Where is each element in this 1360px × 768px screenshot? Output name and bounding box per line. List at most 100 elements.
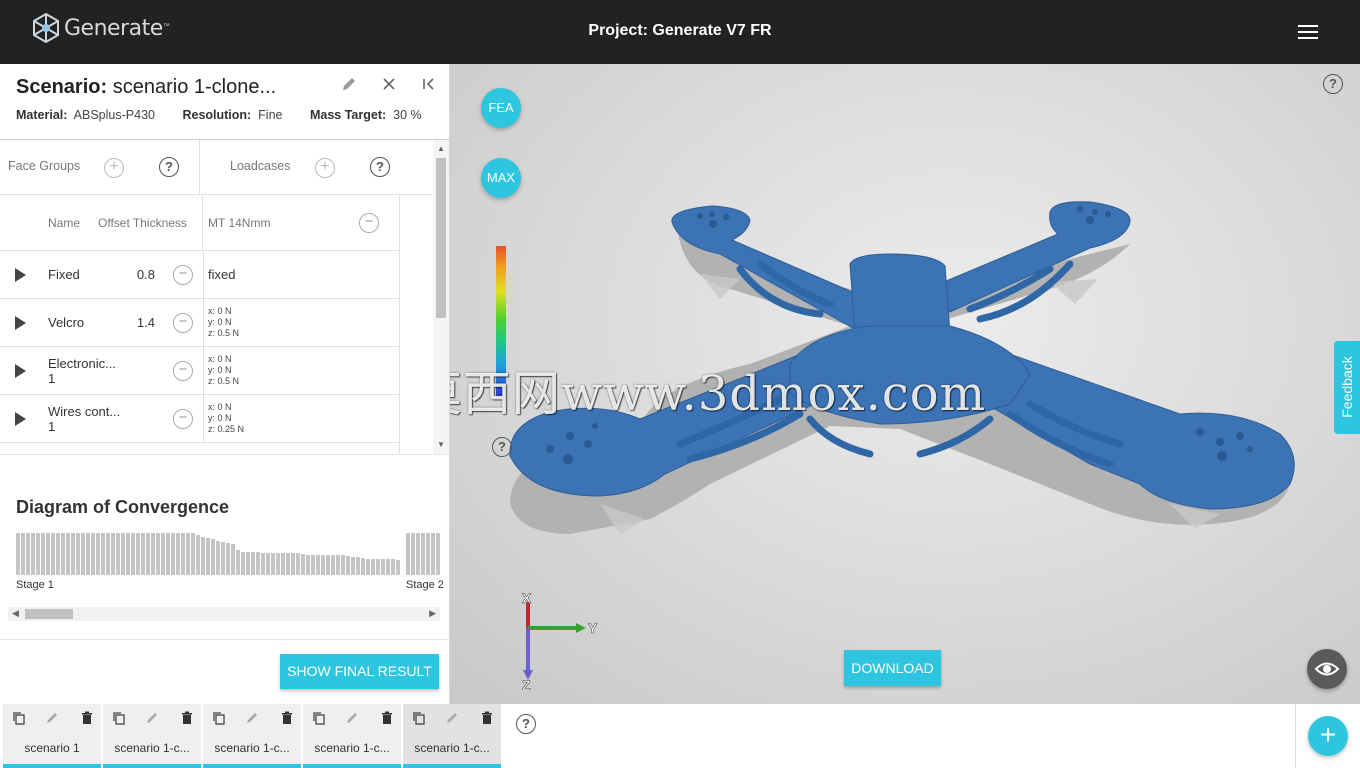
- scenario-tab-label: scenario 1-c...: [214, 741, 290, 755]
- watermark-text: 莫西网www.3dmox.com: [450, 366, 987, 422]
- material-label: Material:: [16, 108, 68, 122]
- table-row[interactable]: Fixed 0.8 − fixed: [0, 251, 400, 299]
- remove-face-group-minus-icon[interactable]: −: [173, 265, 193, 285]
- convergence-bar: [236, 550, 240, 575]
- axis-x-label: X: [522, 590, 532, 606]
- expand-triangle-icon[interactable]: [15, 316, 26, 330]
- scenario-tab[interactable]: scenario 1: [3, 704, 101, 768]
- scenario-tab[interactable]: scenario 1-c...: [403, 704, 501, 768]
- table-row[interactable]: Electronic... 1 − x: 0 N y: 0 N z: 0.5 N: [0, 347, 400, 395]
- convergence-bar: [151, 533, 155, 575]
- convergence-horizontal-scrollbar[interactable]: ◀ ▶: [8, 607, 440, 621]
- add-face-group-plus-icon[interactable]: +: [104, 158, 124, 178]
- scenario-tab[interactable]: scenario 1-c...: [203, 704, 301, 768]
- convergence-bar: [136, 533, 140, 575]
- scenario-tab[interactable]: scenario 1-c...: [103, 704, 201, 768]
- convergence-bar: [431, 533, 435, 575]
- visibility-eye-icon[interactable]: [1307, 649, 1347, 689]
- remove-loadcase-minus-icon[interactable]: −: [359, 213, 379, 233]
- show-final-result-button[interactable]: SHOW FINAL RESULT: [280, 654, 439, 689]
- trash-icon[interactable]: [480, 711, 494, 725]
- expand-triangle-icon[interactable]: [15, 268, 26, 282]
- convergence-bar: [326, 555, 330, 575]
- 3d-viewport[interactable]: FEA MAX ? ? 莫西网www.3dmox.com X Y Z DOWNL…: [450, 64, 1360, 704]
- scrollbar-thumb[interactable]: [436, 158, 446, 318]
- add-scenario-button[interactable]: +: [1308, 716, 1348, 756]
- load-y: y: 0 N: [208, 365, 232, 375]
- xyz-axes-gizmo: X Y Z: [522, 590, 599, 690]
- edit-pencil-icon[interactable]: [245, 711, 259, 725]
- collapse-panel-icon[interactable]: [419, 76, 439, 96]
- convergence-bar: [316, 555, 320, 575]
- face-groups-help-icon[interactable]: ?: [159, 157, 179, 177]
- copy-icon[interactable]: [112, 711, 126, 725]
- edit-pencil-icon[interactable]: [445, 711, 459, 725]
- trash-icon[interactable]: [380, 711, 394, 725]
- expand-triangle-icon[interactable]: [15, 364, 26, 378]
- face-groups-label: Face Groups: [8, 159, 81, 173]
- copy-icon[interactable]: [312, 711, 326, 725]
- copy-icon[interactable]: [12, 711, 26, 725]
- edit-pencil-icon[interactable]: [45, 711, 59, 725]
- scroll-down-arrow-icon[interactable]: ▼: [437, 440, 445, 449]
- fea-button[interactable]: FEA: [481, 88, 521, 128]
- max-button[interactable]: MAX: [481, 158, 521, 198]
- expand-triangle-icon[interactable]: [15, 412, 26, 426]
- remove-face-group-minus-icon[interactable]: −: [173, 361, 193, 381]
- table-vertical-scrollbar[interactable]: ▲ ▼: [433, 140, 449, 454]
- trash-icon[interactable]: [180, 711, 194, 725]
- convergence-section: Diagram of Convergence Stage 1 Stage 2 ◀…: [0, 454, 449, 639]
- convergence-bar: [166, 533, 170, 575]
- row-load-vector[interactable]: x: 0 N y: 0 N z: 0.5 N: [208, 354, 239, 387]
- tabs-help-icon[interactable]: ?: [516, 714, 536, 734]
- trash-icon[interactable]: [80, 711, 94, 725]
- scenario-tab[interactable]: scenario 1-c...: [303, 704, 401, 768]
- scroll-up-arrow-icon[interactable]: ▲: [437, 144, 445, 153]
- convergence-bar: [96, 533, 100, 575]
- convergence-bar: [246, 552, 250, 575]
- table-row[interactable]: Wires cont... 1 − x: 0 N y: 0 N z: 0.25 …: [0, 395, 400, 443]
- edit-pencil-icon[interactable]: [345, 711, 359, 725]
- convergence-bar: [21, 533, 25, 575]
- table-column-header: Name Offset Thickness MT 14Nmm −: [0, 195, 400, 251]
- row-loadcase-value[interactable]: fixed: [208, 267, 235, 282]
- row-offset[interactable]: 0.8: [137, 267, 155, 282]
- convergence-bar: [76, 533, 80, 575]
- scroll-left-arrow-icon[interactable]: ◀: [12, 608, 19, 619]
- remove-face-group-minus-icon[interactable]: −: [173, 409, 193, 429]
- copy-icon[interactable]: [212, 711, 226, 725]
- edit-pencil-icon[interactable]: [339, 76, 359, 96]
- scrollbar-thumb[interactable]: [25, 609, 73, 619]
- feedback-tab[interactable]: Feedback: [1334, 341, 1360, 434]
- convergence-bar: [381, 559, 385, 575]
- convergence-bar: [271, 553, 275, 575]
- convergence-bar: [351, 557, 355, 575]
- copy-icon[interactable]: [412, 711, 426, 725]
- scenario-tab-label: scenario 1-c...: [414, 741, 490, 755]
- viewport-help-icon[interactable]: ?: [1323, 74, 1343, 94]
- add-loadcase-plus-icon[interactable]: +: [315, 158, 335, 178]
- colorscale-help-icon[interactable]: ?: [492, 437, 512, 457]
- edit-pencil-icon[interactable]: [145, 711, 159, 725]
- loadcases-help-icon[interactable]: ?: [370, 157, 390, 177]
- scroll-right-arrow-icon[interactable]: ▶: [429, 608, 436, 619]
- convergence-bar: [31, 533, 35, 575]
- row-load-vector[interactable]: x: 0 N y: 0 N z: 0.5 N: [208, 306, 239, 339]
- convergence-bar: [81, 533, 85, 575]
- close-icon[interactable]: [379, 76, 399, 96]
- load-x: x: 0 N: [208, 306, 232, 316]
- convergence-bar: [306, 555, 310, 575]
- download-button[interactable]: DOWNLOAD: [844, 650, 941, 686]
- convergence-bar: [396, 560, 400, 575]
- remove-face-group-minus-icon[interactable]: −: [173, 313, 193, 333]
- row-offset[interactable]: 1.4: [137, 315, 155, 330]
- convergence-bar: [16, 533, 20, 575]
- column-loadcase-mt[interactable]: MT 14Nmm: [208, 216, 270, 230]
- hamburger-menu-icon[interactable]: [1296, 22, 1320, 42]
- trash-icon[interactable]: [280, 711, 294, 725]
- row-load-vector[interactable]: x: 0 N y: 0 N z: 0.25 N: [208, 402, 244, 435]
- project-title: Project: Generate V7 FR: [588, 22, 772, 39]
- table-row[interactable]: Velcro 1.4 − x: 0 N y: 0 N z: 0.5 N: [0, 299, 400, 347]
- convergence-bar: [36, 533, 40, 575]
- convergence-bar: [61, 533, 65, 575]
